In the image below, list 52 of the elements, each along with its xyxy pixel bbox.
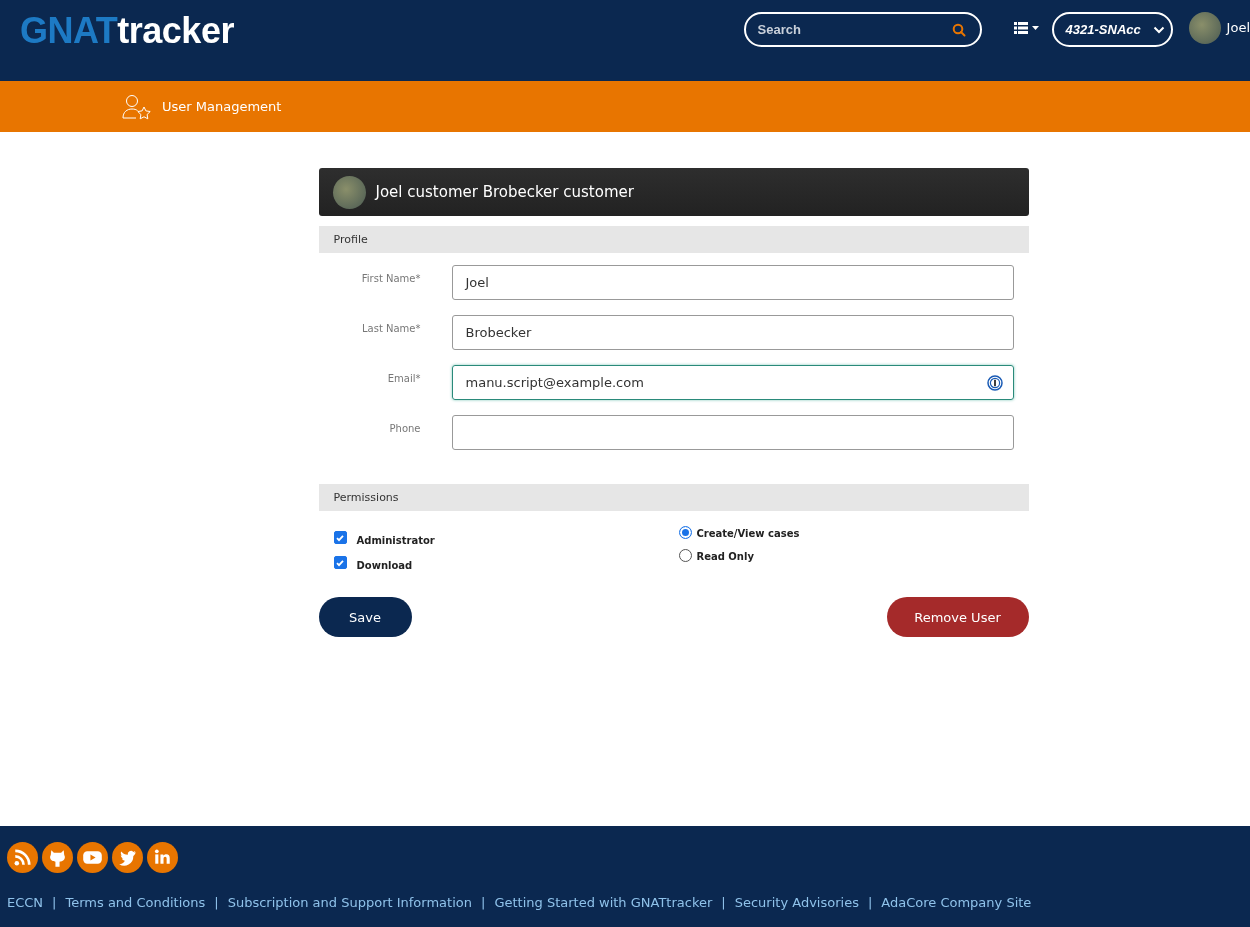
- field-value: manu.script@example.com: [465, 375, 644, 390]
- input-field[interactable]: manu.script@example.com: [451, 365, 1014, 400]
- footer-link[interactable]: AdaCore Company Site: [881, 895, 1032, 910]
- separator: |: [481, 895, 486, 910]
- field-value: Joel: [465, 275, 489, 290]
- field-label: First Name*: [360, 272, 421, 284]
- avatar: [332, 175, 366, 209]
- radio-button[interactable]: [678, 549, 692, 562]
- logo[interactable]: GNATtracker: [20, 10, 234, 52]
- user-full-name: Joel customer Brobecker customer: [375, 183, 634, 201]
- footer-link[interactable]: Terms and Conditions: [65, 895, 206, 910]
- rss-icon[interactable]: [7, 842, 38, 873]
- field-value: Brobecker: [465, 325, 532, 340]
- remove-button[interactable]: Remove User: [886, 597, 1029, 637]
- footer-link[interactable]: Getting Started with GNATtracker: [494, 895, 713, 910]
- radio-label: Create/View cases: [696, 528, 800, 539]
- separator: |: [214, 895, 219, 910]
- input-field[interactable]: [451, 415, 1014, 450]
- checkbox-label: Administrator: [356, 535, 435, 546]
- radio-button[interactable]: [678, 526, 692, 539]
- chevron-down-icon: [1152, 25, 1165, 34]
- field-label: Email*: [386, 372, 421, 384]
- footer-link[interactable]: Security Advisories: [734, 895, 859, 910]
- footer-link[interactable]: Subscription and Support Information: [227, 895, 472, 910]
- search-icon: [951, 22, 966, 37]
- field-label: Phone: [388, 422, 421, 434]
- separator: |: [52, 895, 57, 910]
- footer-link[interactable]: ECCN: [7, 895, 44, 910]
- account-select[interactable]: 4321-SNAcc: [1051, 12, 1173, 47]
- youtube-icon[interactable]: [77, 842, 108, 873]
- field-label: Last Name*: [361, 322, 421, 334]
- avatar[interactable]: [1188, 12, 1221, 44]
- input-field[interactable]: Brobecker: [451, 315, 1014, 350]
- section-header: Permissions: [318, 484, 1029, 511]
- separator: |: [721, 895, 726, 910]
- input-field[interactable]: Joel: [451, 265, 1014, 300]
- checkbox-label: Download: [356, 560, 413, 571]
- list-menu-button[interactable]: [1013, 22, 1040, 36]
- search-field[interactable]: Search: [743, 12, 982, 47]
- github-icon[interactable]: [42, 842, 73, 873]
- search-placeholder: Search: [757, 22, 802, 37]
- checkbox[interactable]: [333, 531, 347, 544]
- checkbox[interactable]: [333, 556, 347, 569]
- bird-icon[interactable]: [112, 842, 143, 873]
- section-header: Profile: [318, 226, 1029, 253]
- save-button[interactable]: Save: [318, 597, 412, 637]
- user-star-icon: [122, 93, 152, 120]
- linkedin-icon[interactable]: [147, 842, 178, 873]
- user-name[interactable]: Joel: [1226, 20, 1250, 35]
- password-manager-icon[interactable]: [986, 374, 1003, 391]
- radio-label: Read Only: [696, 551, 754, 562]
- separator: |: [867, 895, 873, 910]
